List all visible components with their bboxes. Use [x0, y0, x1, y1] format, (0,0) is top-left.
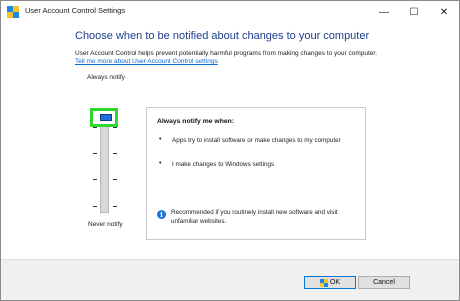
level-description-panel: Always notify me when: • Apps try to ins…	[146, 107, 366, 240]
bullet-icon: •	[159, 136, 162, 143]
close-icon: ✕	[439, 6, 449, 18]
window-title: User Account Control Settings	[25, 6, 126, 15]
slider-tick	[93, 127, 97, 128]
slider-bottom-label: Never notify	[88, 221, 123, 228]
slider-tick	[113, 179, 117, 180]
button-bar: OK Cancel	[1, 259, 459, 300]
title-bar: User Account Control Settings — ☐ ✕	[1, 1, 459, 23]
list-item: • Apps try to install software or make c…	[159, 136, 344, 145]
minimize-icon: —	[379, 6, 389, 18]
list-item-text: Apps try to install software or make cha…	[172, 137, 341, 144]
page-heading: Choose when to be notified about changes…	[75, 30, 370, 42]
info-icon: i	[157, 210, 166, 219]
close-button[interactable]: ✕	[429, 1, 459, 23]
slider-top-label: Always notify	[87, 74, 125, 81]
help-link[interactable]: Tell me more about User Account Control …	[75, 58, 218, 65]
minimize-button[interactable]: —	[369, 1, 399, 23]
slider-tick	[93, 179, 97, 180]
list-item-text: I make changes to Windows settings	[172, 161, 275, 168]
maximize-button[interactable]: ☐	[399, 1, 429, 23]
ok-label: OK	[329, 279, 341, 286]
panel-title: Always notify me when:	[157, 118, 235, 125]
description-text: User Account Control helps prevent poten…	[75, 50, 378, 57]
slider-thumb-highlight[interactable]	[90, 108, 118, 127]
maximize-icon: ☐	[409, 6, 419, 18]
cancel-button[interactable]: Cancel	[358, 276, 410, 289]
slider-tick	[113, 206, 117, 207]
slider-tick	[113, 153, 117, 154]
slider-tick	[113, 127, 117, 128]
uac-shield-icon	[7, 6, 19, 18]
bullet-icon: •	[159, 160, 162, 167]
list-item: • I make changes to Windows settings	[159, 160, 344, 169]
slider-tick	[93, 206, 97, 207]
main-content: Choose when to be notified about changes…	[1, 23, 459, 259]
uac-settings-window: User Account Control Settings — ☐ ✕ Choo…	[0, 0, 460, 301]
ok-button[interactable]: OK	[304, 276, 356, 289]
slider-thumb[interactable]	[100, 114, 112, 121]
cancel-label: Cancel	[373, 279, 395, 286]
slider-tick	[93, 153, 97, 154]
recommendation-text: Recommended if you routinely install new…	[171, 209, 338, 225]
admin-shield-icon	[319, 278, 328, 287]
